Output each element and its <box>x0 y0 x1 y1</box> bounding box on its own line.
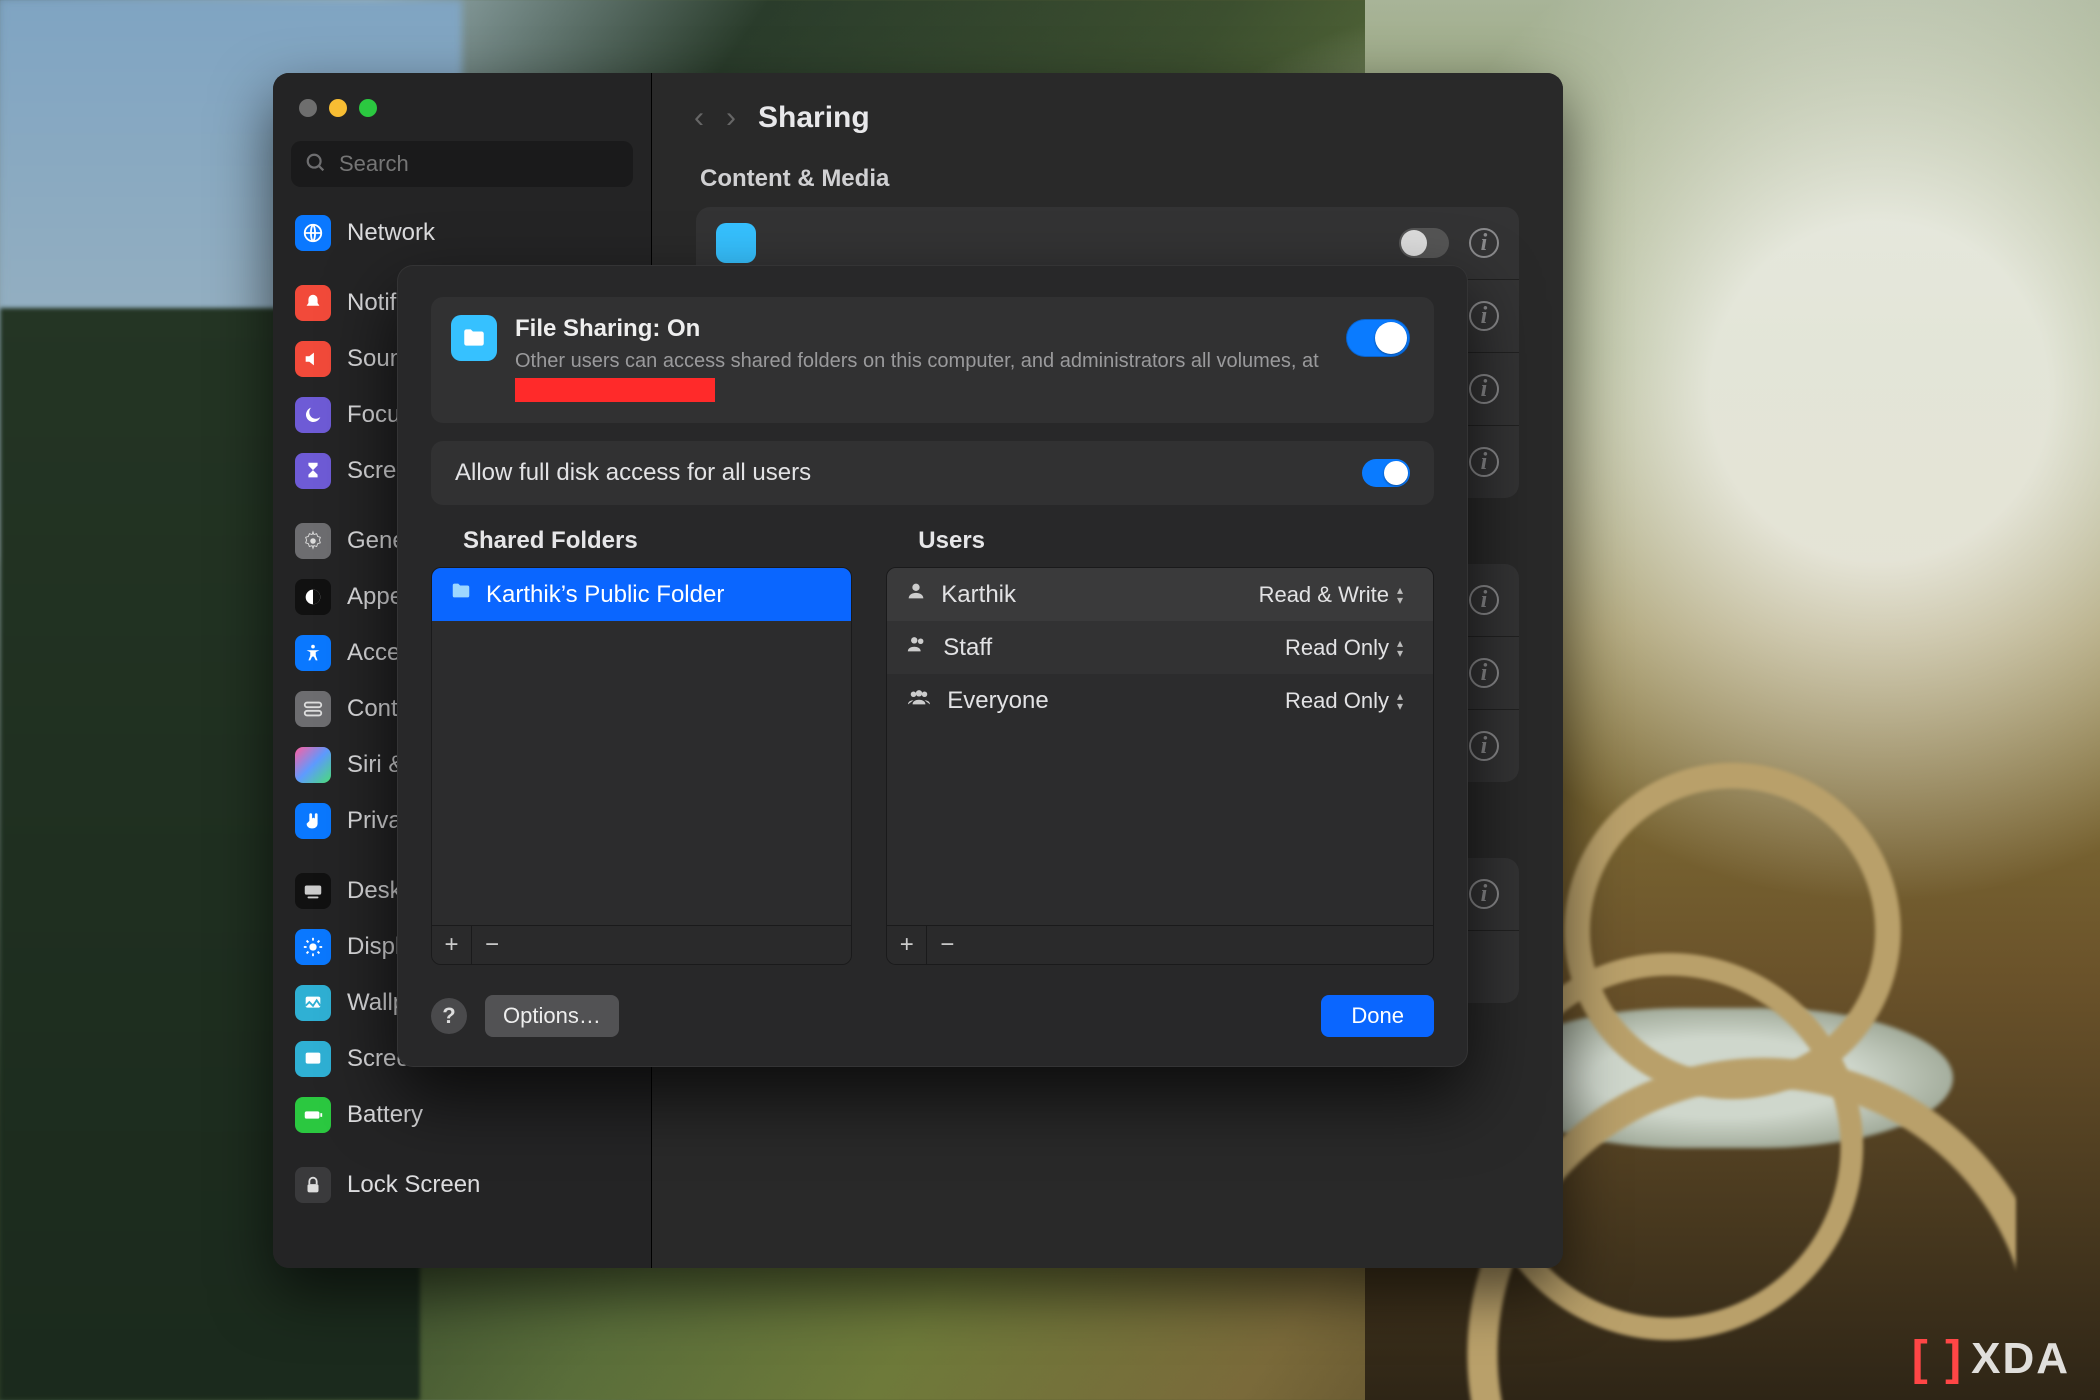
users-heading: Users <box>886 523 1434 567</box>
watermark-text: XDA <box>1971 1334 2070 1384</box>
folder-share-icon <box>451 315 497 361</box>
sidebar-item-label: Battery <box>347 1101 423 1129</box>
screensaver-icon <box>295 1041 331 1077</box>
file-sharing-desc: Other users can access shared folders on… <box>515 347 1328 403</box>
bell-icon <box>295 285 331 321</box>
lists-wrap: Shared Folders Karthik’s Public Folder +… <box>431 523 1434 965</box>
user-name: Karthik <box>941 581 1244 609</box>
toggle[interactable] <box>1399 228 1449 258</box>
people-icon <box>905 633 929 662</box>
file-sharing-title: File Sharing: On <box>515 315 1328 343</box>
remove-folder-button[interactable]: − <box>472 926 512 964</box>
user-row[interactable]: Karthik Read & Write <box>887 568 1433 621</box>
lock-icon <box>295 1167 331 1203</box>
info-icon[interactable]: i <box>1469 658 1499 688</box>
done-button[interactable]: Done <box>1321 995 1434 1037</box>
file-sharing-status-card: File Sharing: On Other users can access … <box>431 297 1434 423</box>
sidebar-item-network[interactable]: Network <box>273 205 651 261</box>
users-col: Users Karthik Read & Write Staff Read On… <box>886 523 1434 965</box>
group-icon <box>905 686 933 715</box>
user-permission-select[interactable]: Read Only <box>1285 635 1415 661</box>
moon-icon <box>295 397 331 433</box>
hand-icon <box>295 803 331 839</box>
bracket-icon: [ ] <box>1912 1331 1963 1386</box>
nav-fwd-button[interactable]: › <box>726 103 736 133</box>
shared-folder-name: Karthik’s Public Folder <box>486 581 833 609</box>
user-permission-value: Read Only <box>1285 688 1389 714</box>
close-window-button[interactable] <box>299 99 317 117</box>
traffic-lights <box>273 87 651 135</box>
info-icon[interactable]: i <box>1469 447 1499 477</box>
help-button[interactable]: ? <box>431 998 467 1034</box>
user-permission-select[interactable]: Read Only <box>1285 688 1415 714</box>
info-icon[interactable]: i <box>1469 228 1499 258</box>
user-name: Staff <box>943 634 1271 662</box>
battery-icon <box>295 1097 331 1133</box>
file-sharing-sheet: File Sharing: On Other users can access … <box>397 265 1468 1067</box>
user-name: Everyone <box>947 687 1271 715</box>
info-icon[interactable]: i <box>1469 374 1499 404</box>
redacted-address <box>515 378 715 402</box>
section-content-media: Content & Media <box>652 157 1563 207</box>
stepper-icon <box>1397 637 1415 659</box>
siri-icon <box>295 747 331 783</box>
info-icon[interactable]: i <box>1469 301 1499 331</box>
file-sharing-toggle[interactable] <box>1346 319 1410 357</box>
shared-folders-col: Shared Folders Karthik’s Public Folder +… <box>431 523 852 965</box>
appearance-icon <box>295 579 331 615</box>
info-icon[interactable]: i <box>1469 731 1499 761</box>
user-permission-value: Read Only <box>1285 635 1389 661</box>
speaker-icon <box>295 341 331 377</box>
user-row[interactable]: Staff Read Only <box>887 621 1433 674</box>
dock-icon <box>295 873 331 909</box>
sidebar-item-label: Lock Screen <box>347 1171 480 1199</box>
options-button[interactable]: Options… <box>485 995 619 1037</box>
share-icon <box>716 223 756 263</box>
wallpaper-icon <box>295 985 331 1021</box>
full-disk-card: Allow full disk access for all users <box>431 441 1434 505</box>
full-disk-toggle[interactable] <box>1362 459 1410 487</box>
switches-icon <box>295 691 331 727</box>
file-sharing-desc-text: Other users can access shared folders on… <box>515 350 1319 372</box>
sheet-footer: ? Options… Done <box>431 965 1434 1037</box>
sidebar-item-label: Network <box>347 219 435 247</box>
fullscreen-window-button[interactable] <box>359 99 377 117</box>
folder-icon <box>450 580 472 609</box>
accessibility-icon <box>295 635 331 671</box>
hourglass-icon <box>295 453 331 489</box>
search-field-wrap <box>291 141 633 187</box>
info-icon[interactable]: i <box>1469 585 1499 615</box>
watermark: [ ] XDA <box>1912 1331 2070 1386</box>
sidebar-item-battery[interactable]: Battery <box>273 1087 651 1143</box>
users-footer: + − <box>887 925 1433 964</box>
shared-folders-heading: Shared Folders <box>431 523 852 567</box>
add-user-button[interactable]: + <box>887 926 927 964</box>
page-title: Sharing <box>758 101 870 135</box>
search-input[interactable] <box>291 141 633 187</box>
info-icon[interactable]: i <box>1469 879 1499 909</box>
user-permission-select[interactable]: Read & Write <box>1259 582 1415 608</box>
search-icon <box>305 152 327 179</box>
shared-folders-footer: + − <box>432 925 851 964</box>
remove-user-button[interactable]: − <box>927 926 967 964</box>
add-folder-button[interactable]: + <box>432 926 472 964</box>
person-icon <box>905 580 927 609</box>
users-list: Karthik Read & Write Staff Read Only Eve… <box>886 567 1434 965</box>
sun-icon <box>295 929 331 965</box>
stepper-icon <box>1397 584 1415 606</box>
nav-back-button[interactable]: ‹ <box>694 103 704 133</box>
shared-folders-list: Karthik’s Public Folder + − <box>431 567 852 965</box>
globe-icon <box>295 215 331 251</box>
minimize-window-button[interactable] <box>329 99 347 117</box>
full-disk-label: Allow full disk access for all users <box>455 459 1362 487</box>
main-header: ‹ › Sharing <box>652 73 1563 157</box>
gear-icon <box>295 523 331 559</box>
user-row[interactable]: Everyone Read Only <box>887 674 1433 727</box>
shared-folder-row[interactable]: Karthik’s Public Folder <box>432 568 851 621</box>
user-permission-value: Read & Write <box>1259 582 1389 608</box>
file-sharing-text: File Sharing: On Other users can access … <box>515 315 1328 403</box>
sidebar-item-lock-screen[interactable]: Lock Screen <box>273 1157 651 1213</box>
stepper-icon <box>1397 690 1415 712</box>
